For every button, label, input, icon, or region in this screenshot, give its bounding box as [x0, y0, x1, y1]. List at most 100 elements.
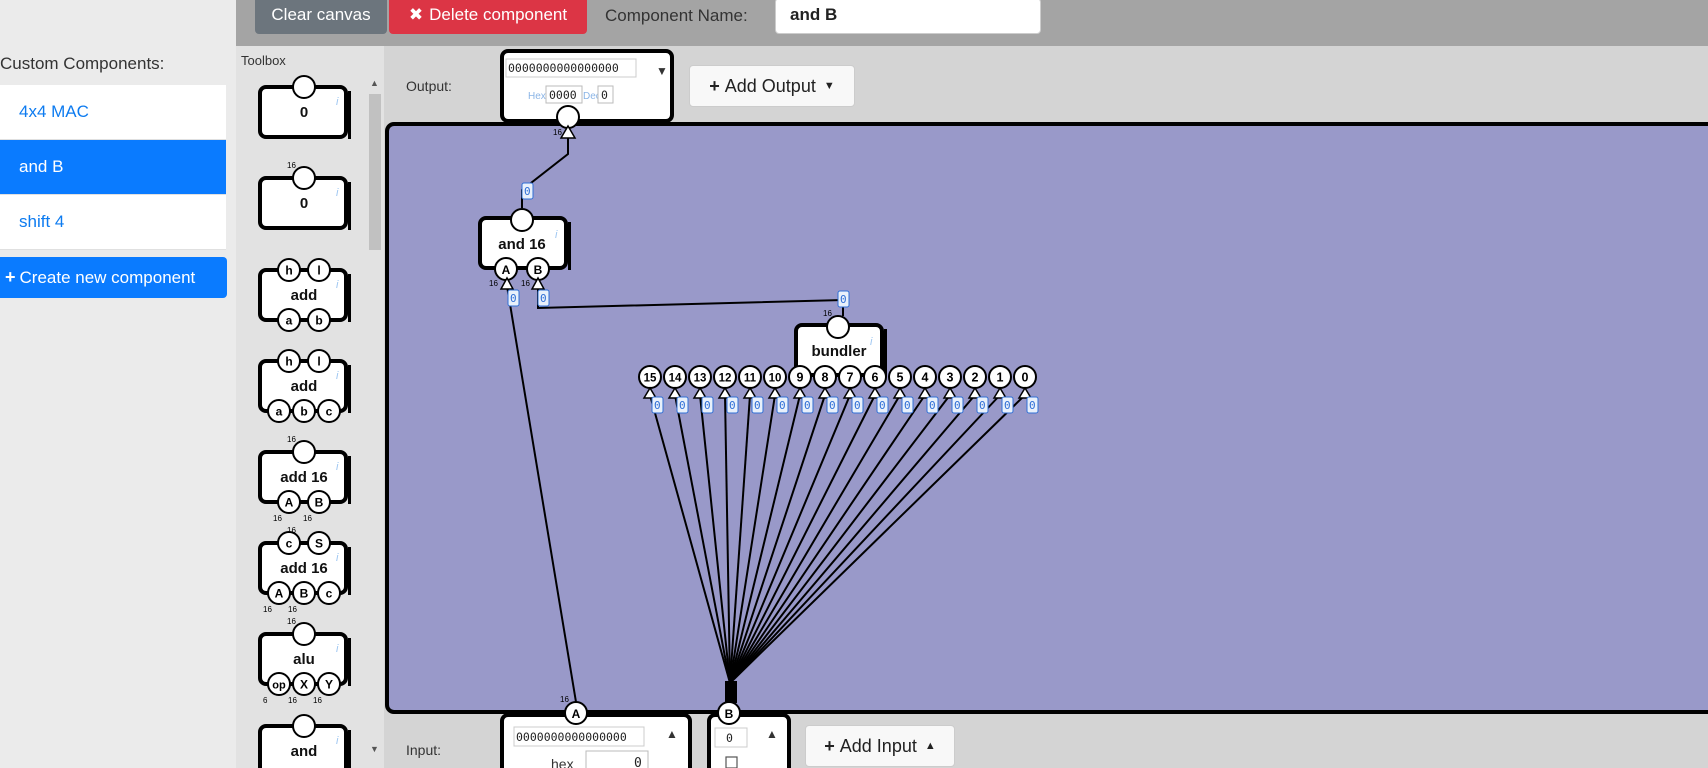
and16-out-value: 0 — [524, 185, 531, 198]
bundler-input-value: 0 — [979, 399, 986, 412]
and16-input-b-label: B — [534, 263, 543, 277]
input-a-dropdown-caret-icon[interactable]: ▲ — [666, 727, 678, 741]
bundler-out-value: 0 — [840, 293, 847, 306]
output-width-tag: 16 — [553, 128, 562, 137]
and16-label: and 16 — [498, 236, 546, 253]
bundler-input-value: 0 — [829, 399, 836, 412]
toolbox-output-pin — [292, 622, 316, 646]
toolbox-output-pin — [292, 166, 316, 190]
circuit-svg: 0000000000000000 ▼ Hex 0000 Dec 0 16 and… — [258, 49, 1708, 768]
bundler-input-label: 1 — [997, 371, 1004, 385]
toolbox-pin-label: c — [326, 405, 333, 419]
toolbox-pin-label: a — [276, 405, 283, 419]
toolbox-pin-label: B — [315, 496, 324, 510]
bundler-input-label: 13 — [694, 373, 707, 385]
input-a-hex-label: hex — [551, 756, 574, 768]
and16-input-a-label: A — [502, 263, 511, 277]
bundler-input-value: 0 — [729, 399, 736, 412]
bundler-input-label: 8 — [822, 371, 829, 385]
toolbox-in-tag: 16 — [288, 605, 297, 614]
input-a-pin-label: A — [572, 707, 581, 721]
input-a-bits[interactable]: 0000000000000000 — [516, 730, 627, 744]
toolbox-in-tag: 16 — [303, 514, 312, 523]
circuit-canvas[interactable] — [385, 122, 1708, 714]
toolbox-output-pin — [292, 440, 316, 464]
toolbox-width-tag: 16 — [287, 161, 296, 170]
toolbox-pin-label: h — [285, 264, 292, 278]
toolbox-output-pin — [292, 714, 316, 738]
toolbox-pin-label: c — [326, 587, 333, 601]
bundler-input-label: 6 — [872, 371, 879, 385]
and16-in-tag-a: 16 — [489, 279, 498, 288]
bundler-width-tag: 16 — [823, 309, 832, 318]
toolbox-pin-label: b — [315, 314, 322, 328]
bundler-input-label: 9 — [797, 371, 804, 385]
toolbox-in-tag: 16 — [263, 605, 272, 614]
toolbox-item-0[interactable]: 0i16 — [258, 161, 351, 230]
bundler-input-value: 0 — [904, 399, 911, 412]
toolbox-pin-label: a — [286, 314, 293, 328]
bundler-input-value: 0 — [779, 399, 786, 412]
toolbox-item-label: alu — [293, 651, 315, 668]
toolbox-item-label: add 16 — [280, 469, 328, 486]
toolbox-item-add[interactable]: addih la b — [258, 258, 351, 332]
bundler-input-value: 0 — [879, 399, 886, 412]
output-dropdown-caret-icon[interactable]: ▼ — [656, 64, 668, 78]
input-a-hex-value[interactable]: 0 — [634, 756, 642, 768]
toolbox-item-label: add — [291, 378, 318, 395]
bundler-input-label: 2 — [972, 371, 979, 385]
input-b-bits[interactable]: 0 — [726, 731, 733, 745]
toolbox-output-pin — [292, 75, 316, 99]
toolbox-pin-label: Y — [325, 678, 333, 692]
and16-output-pin[interactable] — [510, 208, 534, 232]
output-hex-label: Hex — [528, 91, 546, 102]
bundler-input-label: 7 — [847, 371, 854, 385]
output-dec-value[interactable]: 0 — [601, 88, 608, 102]
toolbox-item-0[interactable]: 0i — [258, 75, 351, 139]
bundler-input-label: 14 — [669, 373, 682, 385]
toolbox-pin-label: S — [315, 537, 323, 551]
toolbox-in-tag: 16 — [273, 514, 282, 523]
bundler-input-label: 11 — [744, 373, 757, 385]
toolbox-pin-label: A — [275, 587, 284, 601]
toolbox-pin-label: b — [300, 405, 307, 419]
toolbox-pin-label: B — [300, 587, 309, 601]
input-b-checkbox[interactable] — [725, 756, 738, 768]
bundler-input-value: 0 — [954, 399, 961, 412]
toolbox-item-add-16[interactable]: add 16i16c SA16B16c — [258, 526, 351, 614]
bundler-output-pin[interactable] — [826, 315, 850, 339]
toolbox-pin-label: h — [285, 355, 292, 369]
toolbox-item-label: and — [291, 743, 318, 760]
toolbox-item-label: add 16 — [280, 560, 328, 577]
toolbox-width-tag: 16 — [287, 435, 296, 444]
input-b-pin-label: B — [725, 707, 734, 721]
toolbox-item-label: 0 — [300, 104, 308, 121]
input-b-dropdown-caret-icon[interactable]: ▲ — [766, 727, 778, 741]
bundler-input-value: 0 — [654, 399, 661, 412]
bundler-input-label: 5 — [897, 371, 904, 385]
and16-in-tag-b: 16 — [521, 279, 530, 288]
bundler-input-label: 4 — [922, 371, 929, 385]
output-hex-value[interactable]: 0000 — [549, 88, 577, 102]
bundler-input-label: 0 — [1022, 371, 1029, 385]
bundler-input-label: 10 — [769, 373, 782, 385]
bundler-input-value: 0 — [854, 399, 861, 412]
bundler-input-label: 12 — [719, 373, 732, 385]
toolbox-pin-label: l — [317, 264, 320, 278]
input-a-width-tag: 16 — [560, 695, 569, 704]
toolbox-item-alu[interactable]: alui16op6X16Y16 — [258, 617, 351, 705]
bundler-input-label: 3 — [947, 371, 954, 385]
toolbox-in-tag: 16 — [288, 696, 297, 705]
input-b-bus — [725, 681, 737, 703]
toolbox-item-add[interactable]: addih la b c — [258, 349, 351, 423]
toolbox-item-and[interactable]: andi — [258, 714, 351, 768]
toolbox-pin-label: A — [285, 496, 294, 510]
bundler-input-value: 0 — [704, 399, 711, 412]
and16-in-value-b: 0 — [540, 292, 547, 305]
toolbox-in-tag: 6 — [263, 696, 268, 705]
toolbox-in-tag: 16 — [313, 696, 322, 705]
toolbox-item-label: add — [291, 287, 318, 304]
toolbox-items: 0i0i16addih la baddih la b cadd 16i16A16B16ad… — [258, 75, 351, 768]
toolbox-item-add-16[interactable]: add 16i16A16B16 — [258, 435, 351, 523]
toolbox-pin-label: c — [286, 537, 293, 551]
